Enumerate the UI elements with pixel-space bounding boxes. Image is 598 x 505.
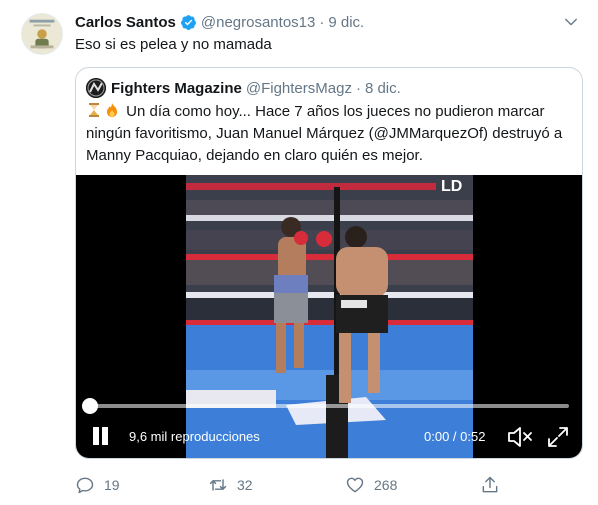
author-name[interactable]: Carlos Santos [75,14,176,31]
quoted-author-name: Fighters Magazine [111,79,242,97]
tweet-header: Carlos Santos @negrosantos13 · 9 dic. [75,11,586,33]
verified-badge-icon [180,14,196,30]
quoted-tweet-body: Un día como hoy... Hace 7 años los juece… [86,103,563,164]
author-avatar[interactable] [21,13,63,55]
quoted-tweet-header: Fighters Magazine @FightersMagz · 8 dic. [86,78,401,98]
quoted-tweet-text: Un día como hoy... Hace 7 años los juece… [86,101,576,167]
reply-icon [76,477,94,494]
tweet[interactable]: Carlos Santos @negrosantos13 · 9 dic. Es… [0,0,598,505]
video-overlay-text: LD [441,178,462,195]
author-handle[interactable]: @negrosantos13 [201,14,315,31]
quoted-author-avatar [86,78,106,98]
quoted-tweet[interactable]: Fighters Magazine @FightersMagz · 8 dic.… [75,67,583,459]
like-count: 268 [374,477,398,493]
fire-icon [107,103,117,117]
like-button[interactable]: 268 [345,474,397,496]
pause-icon[interactable] [90,425,110,447]
separator-dot: · [355,79,361,97]
fullscreen-icon[interactable] [547,426,569,448]
tweet-actions: 19 32 268 [75,474,505,496]
quoted-tweet-date: 8 dic. [364,79,401,97]
separator-dot: · [319,13,325,31]
video-scrubber[interactable] [82,398,98,414]
reply-count: 19 [104,477,120,493]
heart-icon [346,477,364,493]
retweet-button[interactable]: 32 [208,474,253,496]
share-icon [482,476,498,493]
tweet-text: Eso si es pelea y no mamada [75,36,272,53]
video-frame[interactable]: LD [186,175,473,458]
volume-muted-icon[interactable] [507,425,533,449]
retweet-count: 32 [237,477,253,493]
video-player[interactable]: LD 9,6 mil reproducciones 0:00 / 0:52 [76,175,582,458]
quoted-author-handle: @FightersMagz [245,79,352,97]
video-progress-bar[interactable] [89,404,569,408]
video-time: 0:00 / 0:52 [424,429,486,444]
hourglass-icon [89,103,99,117]
retweet-icon [209,479,227,491]
chevron-down-icon[interactable] [562,13,580,31]
reply-button[interactable]: 19 [75,474,120,496]
share-button[interactable] [480,474,500,496]
video-view-count: 9,6 mil reproducciones [129,429,260,444]
tweet-date[interactable]: 9 dic. [328,14,364,31]
